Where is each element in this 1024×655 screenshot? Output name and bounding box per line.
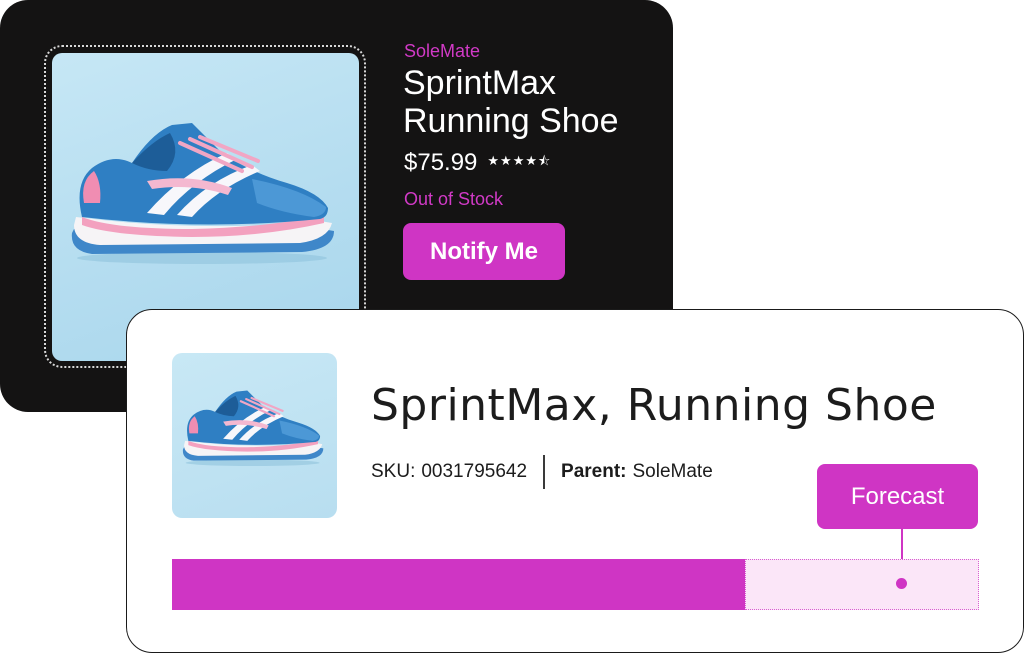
forecast-stock-bar [745,559,979,610]
product-title: SprintMax Running Shoe [403,64,619,140]
running-shoe-icon [182,390,324,467]
price: $75.99 [404,149,478,176]
forecast-product-title: SprintMax, Running Shoe [371,380,937,431]
stock-forecast-bar [172,559,979,610]
parent-label: Parent: [561,461,627,482]
price-rating-row: $75.99 ★★★★⯪ [404,149,551,177]
forecast-card: SprintMax, Running Shoe SKU: 0031795642 … [126,309,1024,653]
stock-status: Out of Stock [404,189,504,209]
meta-divider [543,455,546,489]
sku-value: 0031795642 [421,461,528,482]
parent-value: SoleMate [632,461,713,482]
forecast-marker-dot [896,578,907,589]
product-meta: SKU: 0031795642 Parent: SoleMate [371,455,713,489]
forecast-button[interactable]: Forecast [817,464,978,529]
product-thumbnail [172,353,337,518]
sku-label: SKU: [371,461,416,482]
notify-me-button[interactable]: Notify Me [403,223,565,280]
brand-label: SoleMate [404,41,481,61]
current-stock-bar [172,559,745,610]
star-rating: ★★★★⯪ [487,153,552,168]
